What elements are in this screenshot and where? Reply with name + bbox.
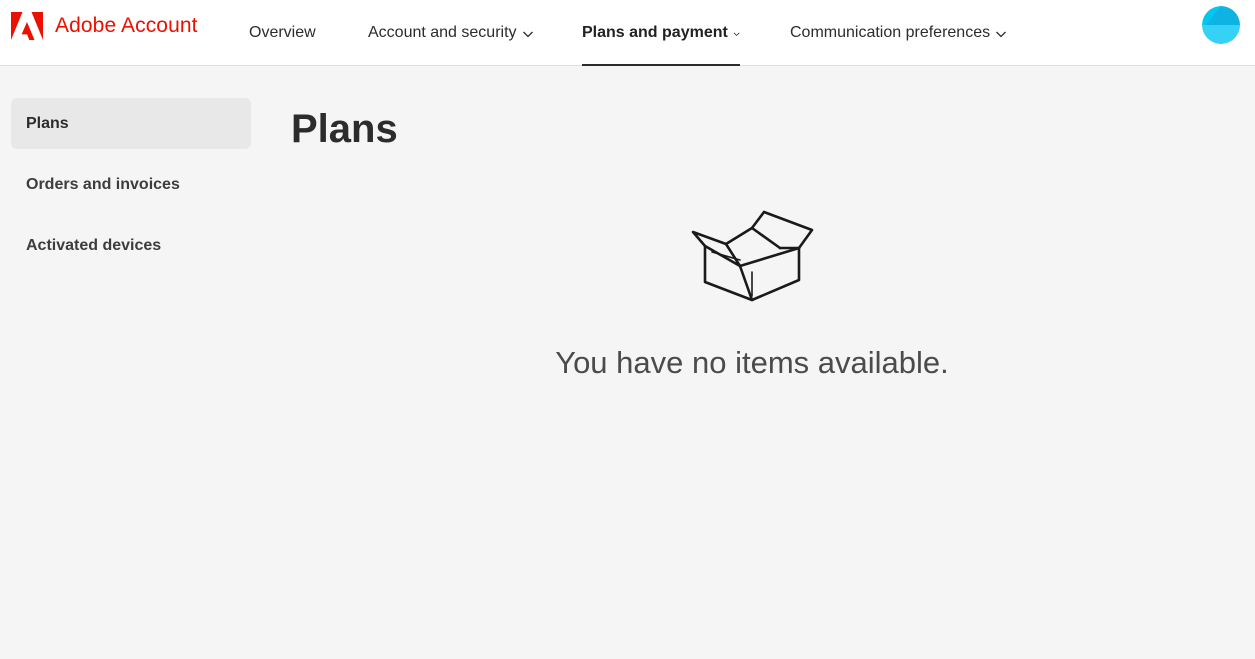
sidebar-item-label: Orders and invoices bbox=[26, 175, 180, 193]
empty-state-message: You have no items available. bbox=[555, 345, 949, 380]
brand-name: Adobe Account bbox=[55, 14, 198, 37]
user-avatar[interactable] bbox=[1202, 6, 1240, 44]
chevron-down-icon bbox=[522, 31, 533, 37]
sidebar-item-plans[interactable]: Plans bbox=[11, 98, 251, 149]
nav-communication-preferences[interactable]: Communication preferences bbox=[790, 0, 1007, 66]
adobe-logo-icon bbox=[11, 12, 43, 40]
page-title: Plans bbox=[291, 107, 398, 151]
nav-overview-label: Overview bbox=[249, 24, 316, 41]
nav-plans-and-payment-label: Plans and payment bbox=[582, 24, 728, 41]
open-box-icon bbox=[691, 210, 814, 302]
nav-overview[interactable]: Overview bbox=[249, 0, 316, 66]
chevron-down-icon bbox=[733, 32, 740, 36]
plans-sidebar: Plans Orders and invoices Activated devi… bbox=[11, 98, 251, 281]
nav-plans-and-payment[interactable]: Plans and payment bbox=[582, 0, 740, 66]
avatar-image bbox=[1202, 6, 1240, 44]
nav-account-and-security[interactable]: Account and security bbox=[368, 0, 534, 66]
nav-communication-preferences-label: Communication preferences bbox=[790, 24, 991, 41]
sidebar-item-orders-and-invoices[interactable]: Orders and invoices bbox=[11, 159, 251, 210]
nav-account-and-security-label: Account and security bbox=[368, 24, 517, 41]
sidebar-item-label: Plans bbox=[26, 114, 69, 132]
adobe-account-home-link[interactable]: Adobe Account bbox=[11, 12, 198, 40]
chevron-down-icon bbox=[996, 31, 1007, 37]
sidebar-item-label: Activated devices bbox=[26, 236, 162, 254]
top-navigation-bar: Adobe Account Overview Account and secur… bbox=[0, 0, 1255, 66]
sidebar-item-activated-devices[interactable]: Activated devices bbox=[11, 220, 251, 271]
